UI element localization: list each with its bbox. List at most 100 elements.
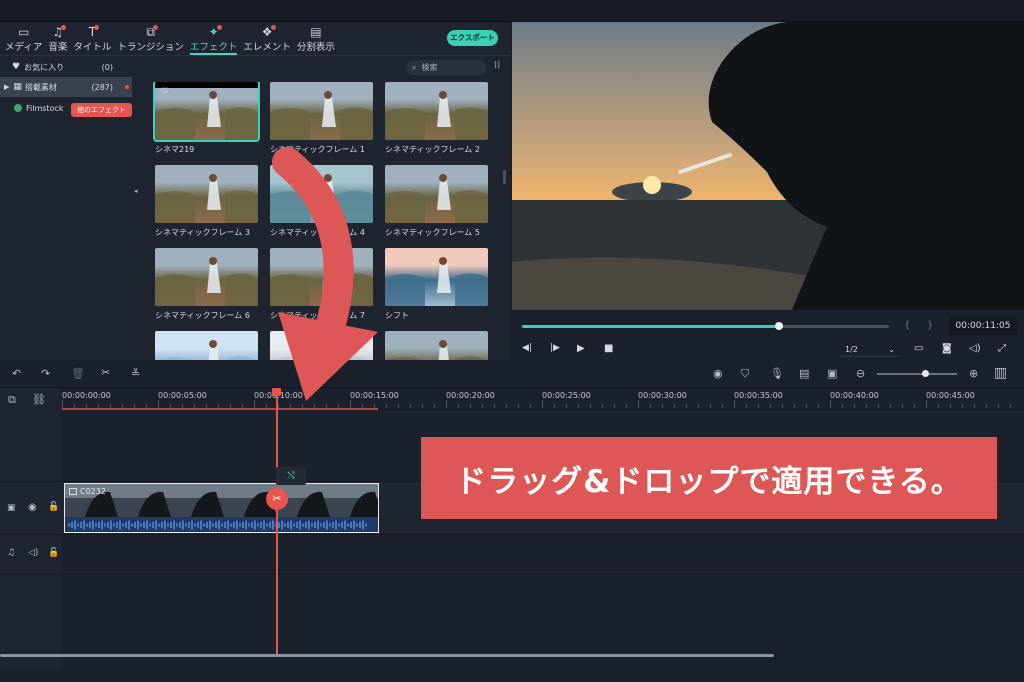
- eye-icon[interactable]: ◉: [28, 502, 37, 513]
- effect-item[interactable]: [155, 331, 258, 360]
- music-icon: ♫: [52, 25, 67, 39]
- playhead-handle[interactable]: [272, 388, 281, 396]
- effect-label: シネマティックフレーム 3: [155, 228, 250, 237]
- speaker-icon[interactable]: ◁): [28, 548, 38, 558]
- cut-icon[interactable]: ✂: [101, 366, 110, 379]
- marker-icon[interactable]: ⛉: [741, 367, 749, 381]
- sidebar-item-favorites[interactable]: ♥ お気に入り (0): [0, 57, 132, 77]
- add-track-icon[interactable]: ⧉: [8, 393, 16, 407]
- lock-icon[interactable]: 🔓: [48, 548, 59, 558]
- tab-split-screen[interactable]: ▤ 分割表示: [294, 21, 338, 55]
- sidebar-item-builtin[interactable]: ▶ ▦ 搭載素材 (287): [0, 77, 132, 97]
- timecode-display: 00:00:11:05: [949, 317, 1017, 335]
- export-button[interactable]: エクスポート: [447, 30, 498, 46]
- horizontal-scrollbar[interactable]: [0, 654, 774, 657]
- effect-item[interactable]: シネマティックフレーム 1: [270, 82, 373, 156]
- ruler-tick: [422, 404, 423, 408]
- notification-dot-icon: [270, 25, 276, 30]
- play-icon[interactable]: ▶: [577, 343, 585, 354]
- effect-item[interactable]: シネマティックフレーム 7: [270, 248, 373, 322]
- prev-frame-icon[interactable]: ◀|: [522, 343, 532, 353]
- tab-transition[interactable]: ⧉ トランジション: [114, 21, 187, 55]
- link-icon[interactable]: ⛓: [32, 393, 46, 406]
- tab-title[interactable]: T タイトル: [70, 21, 114, 55]
- stop-icon[interactable]: ■: [604, 343, 613, 354]
- effect-thumbnail: [155, 331, 258, 360]
- filmstock-tooltip: 他のエフェクト: [71, 103, 132, 117]
- collapse-icon[interactable]: ◂: [134, 187, 138, 195]
- audio-track-header: ♫ ◁) 🔓: [0, 535, 62, 575]
- lock-icon[interactable]: 🔓: [48, 502, 59, 512]
- zoom-slider[interactable]: [877, 370, 957, 377]
- split-tool-icon[interactable]: ⤭: [276, 467, 306, 485]
- title-bar: [0, 0, 1024, 22]
- ruler-tick: [806, 404, 807, 408]
- effect-label: シネマティックフレーム 2: [385, 145, 480, 154]
- effect-item[interactable]: シネマティックフレーム 5: [385, 165, 488, 239]
- adjust-icon[interactable]: ≚: [131, 367, 140, 380]
- tab-element[interactable]: ❖ エレメント: [240, 21, 294, 55]
- effect-item[interactable]: シネマティックフレーム 2: [385, 82, 488, 156]
- volume-icon[interactable]: ◁): [969, 343, 981, 354]
- video-clip[interactable]: C0232: [64, 483, 379, 533]
- effect-thumbnail: [270, 82, 373, 140]
- ruler-tick: [686, 404, 687, 408]
- quality-select[interactable]: 1/2 ⌄: [841, 343, 899, 357]
- effect-item[interactable]: シフト: [385, 248, 488, 322]
- ruler-tick: [722, 404, 723, 408]
- search-icon: ⌕: [412, 62, 417, 72]
- timeline-ruler[interactable]: 00:00:00:0000:00:05:0000:00:10:0000:00:1…: [62, 388, 1024, 410]
- transition-icon: ⧉: [146, 25, 158, 39]
- tab-folder[interactable]: ▭ メディア: [2, 21, 45, 55]
- zoom-knob[interactable]: [922, 370, 929, 377]
- mark-out-icon[interactable]: }: [927, 320, 933, 331]
- tab-effect[interactable]: ✦ エフェクト: [187, 21, 241, 55]
- notification-dot-icon: [61, 25, 67, 30]
- filmstock-icon: [14, 104, 22, 112]
- track-header-empty: [0, 410, 62, 482]
- effect-item[interactable]: シネマティックフレーム 3: [155, 165, 258, 239]
- element-icon: ❖: [262, 25, 276, 39]
- notification-dot-icon: [216, 25, 222, 30]
- ruler-tick: [974, 404, 975, 408]
- ruler-tick: [662, 404, 663, 408]
- effect-label: シネマティックフレーム 7: [270, 311, 365, 320]
- effect-item[interactable]: [385, 331, 488, 360]
- delete-icon[interactable]: 🗑: [71, 367, 85, 380]
- effect-item[interactable]: ♡ シネマ219: [153, 82, 260, 156]
- folder-icon: ▭: [18, 25, 30, 39]
- render-icon[interactable]: ◉: [713, 367, 723, 380]
- ruler-tick: [410, 404, 411, 408]
- monitor-icon[interactable]: ▭: [914, 343, 923, 354]
- playback-knob[interactable]: [774, 322, 783, 330]
- fullscreen-icon[interactable]: ⤢: [998, 343, 1006, 354]
- redo-icon[interactable]: ↷: [41, 367, 50, 380]
- ruler-tick: [890, 404, 891, 408]
- tab-music[interactable]: ♫ 音楽: [45, 21, 70, 55]
- ruler-tick: [926, 400, 927, 408]
- zoom-out-icon[interactable]: ⊖: [856, 367, 865, 380]
- video-track-header: ▣ ◉ 🔓: [0, 482, 62, 535]
- grid-view-icon[interactable]: ⁞⁞: [494, 60, 500, 71]
- voiceover-icon[interactable]: ▤: [799, 367, 809, 380]
- favorite-heart-icon[interactable]: ♡: [161, 87, 169, 97]
- effect-item[interactable]: [270, 331, 373, 360]
- scissors-icon[interactable]: ✂: [266, 488, 288, 510]
- mark-in-icon[interactable]: {: [904, 320, 910, 331]
- effect-item[interactable]: シネマティックフレーム 4: [270, 165, 373, 239]
- ruler-time-label: 00:00:20:00: [446, 391, 495, 400]
- ruler-tick: [554, 404, 555, 408]
- effect-item[interactable]: シネマティックフレーム 6: [155, 248, 258, 322]
- undo-icon[interactable]: ↶: [12, 367, 21, 380]
- grid-scrollbar[interactable]: [503, 170, 506, 184]
- favorites-count: (0): [101, 62, 113, 72]
- tab-label: 音楽: [48, 42, 68, 53]
- search-input[interactable]: ⌕ 検索: [406, 60, 486, 75]
- next-frame-icon[interactable]: |▶: [550, 343, 560, 353]
- playback-progress-track[interactable]: [522, 322, 889, 330]
- snapshot-icon[interactable]: ◙: [942, 343, 952, 354]
- zoom-in-icon[interactable]: ⊕: [969, 367, 978, 380]
- subtitle-icon[interactable]: ▣: [827, 367, 837, 380]
- panel-toggle-icon[interactable]: ▥: [994, 365, 1007, 381]
- microphone-icon[interactable]: 🎙: [770, 367, 784, 380]
